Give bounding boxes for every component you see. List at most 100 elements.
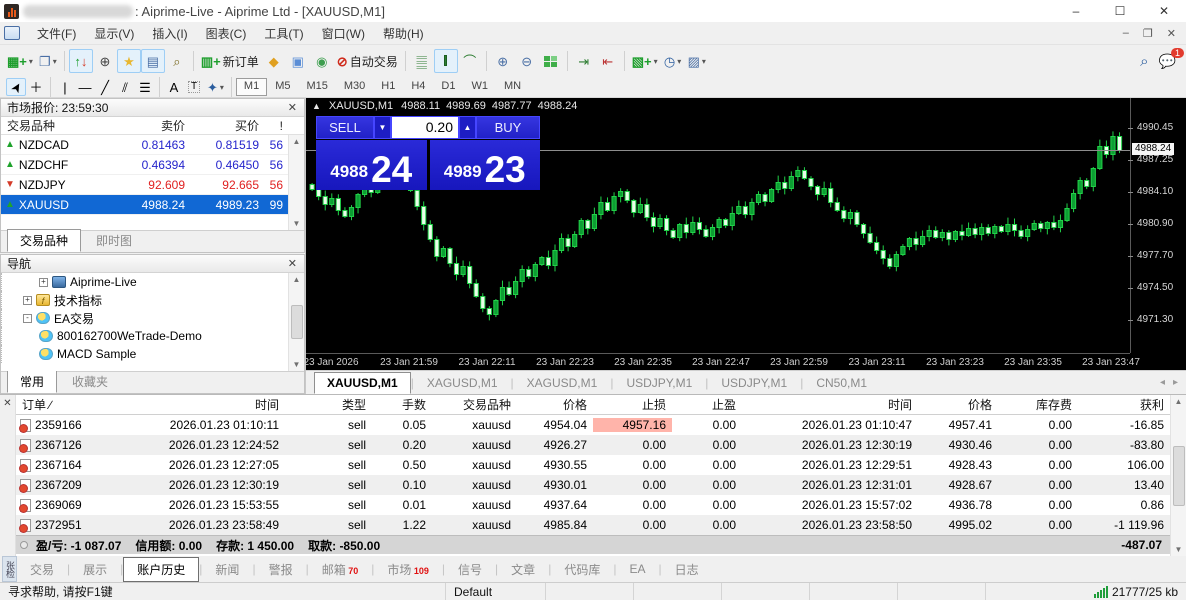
terminal-tab-文章[interactable]: 文章 xyxy=(498,557,548,582)
timeframe-H4[interactable]: H4 xyxy=(403,78,433,96)
orders-col-2[interactable]: 类型 xyxy=(285,396,372,413)
navigator-toggle[interactable]: ★ xyxy=(116,49,141,73)
templates-button[interactable]: ▨ ▾ xyxy=(685,49,709,73)
chart-tab-2[interactable]: XAGUSD,M1 xyxy=(514,372,611,394)
navigator-tab-常用[interactable]: 常用 xyxy=(7,370,58,393)
data-window-button[interactable]: ⊕ xyxy=(93,49,117,73)
chart-tab-3[interactable]: USDJPY,M1 xyxy=(613,372,705,394)
navigator-close-icon[interactable]: ✕ xyxy=(285,257,300,270)
timeframe-MN[interactable]: MN xyxy=(496,78,529,96)
terminal-tab-警报[interactable]: 警报 xyxy=(256,557,306,582)
menu-item-帮助H[interactable]: 帮助(H) xyxy=(374,22,433,45)
candlestick-chart-button[interactable] xyxy=(433,49,458,73)
order-row-2372951[interactable]: 2372951 2026.01.23 23:58:49 sell 1.22 xauusd… xyxy=(16,515,1186,535)
label-tool[interactable]: T xyxy=(184,78,204,96)
tile-windows-button[interactable] xyxy=(539,49,563,73)
terminal-tab-展示[interactable]: 展示 xyxy=(70,557,120,582)
market-watch-toggle[interactable]: ↑↓ xyxy=(68,49,93,73)
notifications-button[interactable]: 💬 1 xyxy=(1159,47,1184,69)
timeframe-M15[interactable]: M15 xyxy=(298,78,335,96)
terminal-tab-邮箱[interactable]: 邮箱 70 xyxy=(309,557,372,582)
market-watch-row-NZDCHF[interactable]: ▲ NZDCHF 0.46394 0.46450 56 xyxy=(1,155,304,175)
orders-col-7[interactable]: 止盈 xyxy=(672,396,742,413)
market-watch-close-icon[interactable]: ✕ xyxy=(285,101,300,114)
order-row-2367209[interactable]: 2367209 2026.01.23 12:30:19 sell 0.10 xauusd… xyxy=(16,475,1186,495)
chart-window[interactable]: ▲ XAUUSD,M1 4988.11 4989.69 4987.77 4988… xyxy=(306,98,1186,370)
terminal-tab-账户历史[interactable]: 账户历史 xyxy=(123,556,200,582)
orders-col-5[interactable]: 价格 xyxy=(517,396,593,413)
search-icon[interactable]: ⌕ xyxy=(1140,54,1148,69)
market-watch-tab-即时图[interactable]: 即时图 xyxy=(83,229,145,252)
new-chart-button[interactable]: ▦+ ▾ xyxy=(4,49,36,73)
orders-col-1[interactable]: 时间 xyxy=(115,396,285,413)
market-watch-row-NZDJPY[interactable]: ▼ NZDJPY 92.609 92.665 56 xyxy=(1,175,304,195)
crosshair-tool[interactable]: ＋ xyxy=(26,78,46,96)
orders-col-0[interactable]: 订单 ∕ xyxy=(16,396,115,413)
profiles-button[interactable]: ❐ ▾ xyxy=(36,49,60,73)
order-row-2367164[interactable]: 2367164 2026.01.23 12:27:05 sell 0.50 xauusd… xyxy=(16,455,1186,475)
navigator-item-Aiprime-Live[interactable]: + Aiprime-Live xyxy=(1,273,304,291)
order-row-2369069[interactable]: 2369069 2026.01.23 15:53:55 sell 0.01 xauusd… xyxy=(16,495,1186,515)
minimize-icon[interactable]: – xyxy=(1054,0,1098,22)
cursor-tool[interactable]: ➤ xyxy=(6,78,26,96)
order-row-2367126[interactable]: 2367126 2026.01.23 12:24:52 sell 0.20 xauusd… xyxy=(16,435,1186,455)
terminal-scrollbar[interactable]: ▲ ▼ xyxy=(1170,395,1186,556)
terminal-close-icon[interactable]: ✕ xyxy=(3,398,11,409)
orders-col-6[interactable]: 止损 xyxy=(593,396,672,413)
chart-tab-4[interactable]: USDJPY,M1 xyxy=(708,372,800,394)
timeframe-M1[interactable]: M1 xyxy=(235,78,268,96)
autotrading-button[interactable]: ⊘ 自动交易 xyxy=(334,49,401,73)
terminal-pc-button[interactable]: ▣ xyxy=(286,49,310,73)
market-watch-tab-交易品种[interactable]: 交易品种 xyxy=(7,229,82,252)
text-tool[interactable]: A xyxy=(164,78,184,96)
terminal-tab-新闻[interactable]: 新闻 xyxy=(202,557,252,582)
zoom-in-button[interactable]: ⊕ xyxy=(491,49,515,73)
orders-col-11[interactable]: 获利 xyxy=(1078,396,1170,413)
vertical-line-tool[interactable]: | xyxy=(55,78,75,96)
order-row-2359166[interactable]: 2359166 2026.01.23 01:10:11 sell 0.05 xauusd… xyxy=(16,415,1186,435)
orders-col-8[interactable]: 时间 xyxy=(742,396,918,413)
expand-toggle-icon[interactable]: + xyxy=(39,277,48,287)
orders-col-4[interactable]: 交易品种 xyxy=(432,396,517,413)
line-chart-button[interactable]: ⌒ xyxy=(458,49,482,73)
oct-collapse-icon[interactable]: ▲ xyxy=(312,101,321,111)
buy-button[interactable]: BUY xyxy=(476,116,540,139)
zoom-out-button[interactable]: ⊖ xyxy=(515,49,539,73)
navigator-scrollbar[interactable]: ▲ ▼ xyxy=(288,273,304,371)
docked-panel-vertical-tab[interactable]: 张检 xyxy=(2,556,17,582)
buy-price[interactable]: 4989 23 xyxy=(429,140,540,190)
terminal-tab-日志[interactable]: 日志 xyxy=(662,557,712,582)
arrows-tool[interactable]: ✦ ▾ xyxy=(204,78,227,96)
mdi-close-icon[interactable]: ✕ xyxy=(1167,27,1176,40)
chart-tab-1[interactable]: XAGUSD,M1 xyxy=(414,372,511,394)
navigator-item-EA交易[interactable]: - EA交易 xyxy=(1,309,304,327)
navigator-item-800162700WeTrade-Demo[interactable]: 800162700WeTrade-Demo xyxy=(1,327,304,345)
metaeditor-button[interactable]: ◆ xyxy=(262,49,286,73)
navigator-item-MACD Sample[interactable]: MACD Sample xyxy=(1,345,304,363)
navigator-item-技术指标[interactable]: + f 技术指标 xyxy=(1,291,304,309)
volume-decrease-button[interactable]: ▼ xyxy=(374,116,391,139)
sell-button[interactable]: SELL xyxy=(316,116,374,139)
maximize-icon[interactable]: ☐ xyxy=(1098,0,1142,22)
mdi-restore-icon[interactable]: ❐ xyxy=(1143,27,1153,40)
expand-toggle-icon[interactable]: + xyxy=(23,295,32,305)
menu-item-窗口W[interactable]: 窗口(W) xyxy=(313,22,374,45)
orders-col-3[interactable]: 手数 xyxy=(372,396,432,413)
mdi-minimize-icon[interactable]: – xyxy=(1123,27,1129,40)
market-watch-row-NZDCAD[interactable]: ▲ NZDCAD 0.81463 0.81519 56 xyxy=(1,135,304,155)
terminal-tab-市场[interactable]: 市场 109 xyxy=(374,557,442,582)
market-watch-scrollbar[interactable]: ▲ ▼ xyxy=(288,135,304,230)
timeframe-W1[interactable]: W1 xyxy=(463,78,496,96)
menu-item-显示V[interactable]: 显示(V) xyxy=(85,22,143,45)
bar-chart-button[interactable]: 𝄛 xyxy=(410,49,434,73)
fibonacci-tool[interactable]: ☰ xyxy=(135,78,155,96)
trendline-tool[interactable]: ╱ xyxy=(95,78,115,96)
chart-tab-0[interactable]: XAUUSD,M1 xyxy=(314,372,411,394)
orders-col-9[interactable]: 价格 xyxy=(918,396,998,413)
chart-tab-5[interactable]: CN50,M1 xyxy=(803,372,880,394)
timeframe-D1[interactable]: D1 xyxy=(433,78,463,96)
volume-increase-button[interactable]: ▲ xyxy=(459,116,476,139)
orders-col-10[interactable]: 库存费 xyxy=(998,396,1078,413)
expand-toggle-icon[interactable]: - xyxy=(23,313,32,323)
channel-tool[interactable]: ⫽ xyxy=(115,78,135,96)
